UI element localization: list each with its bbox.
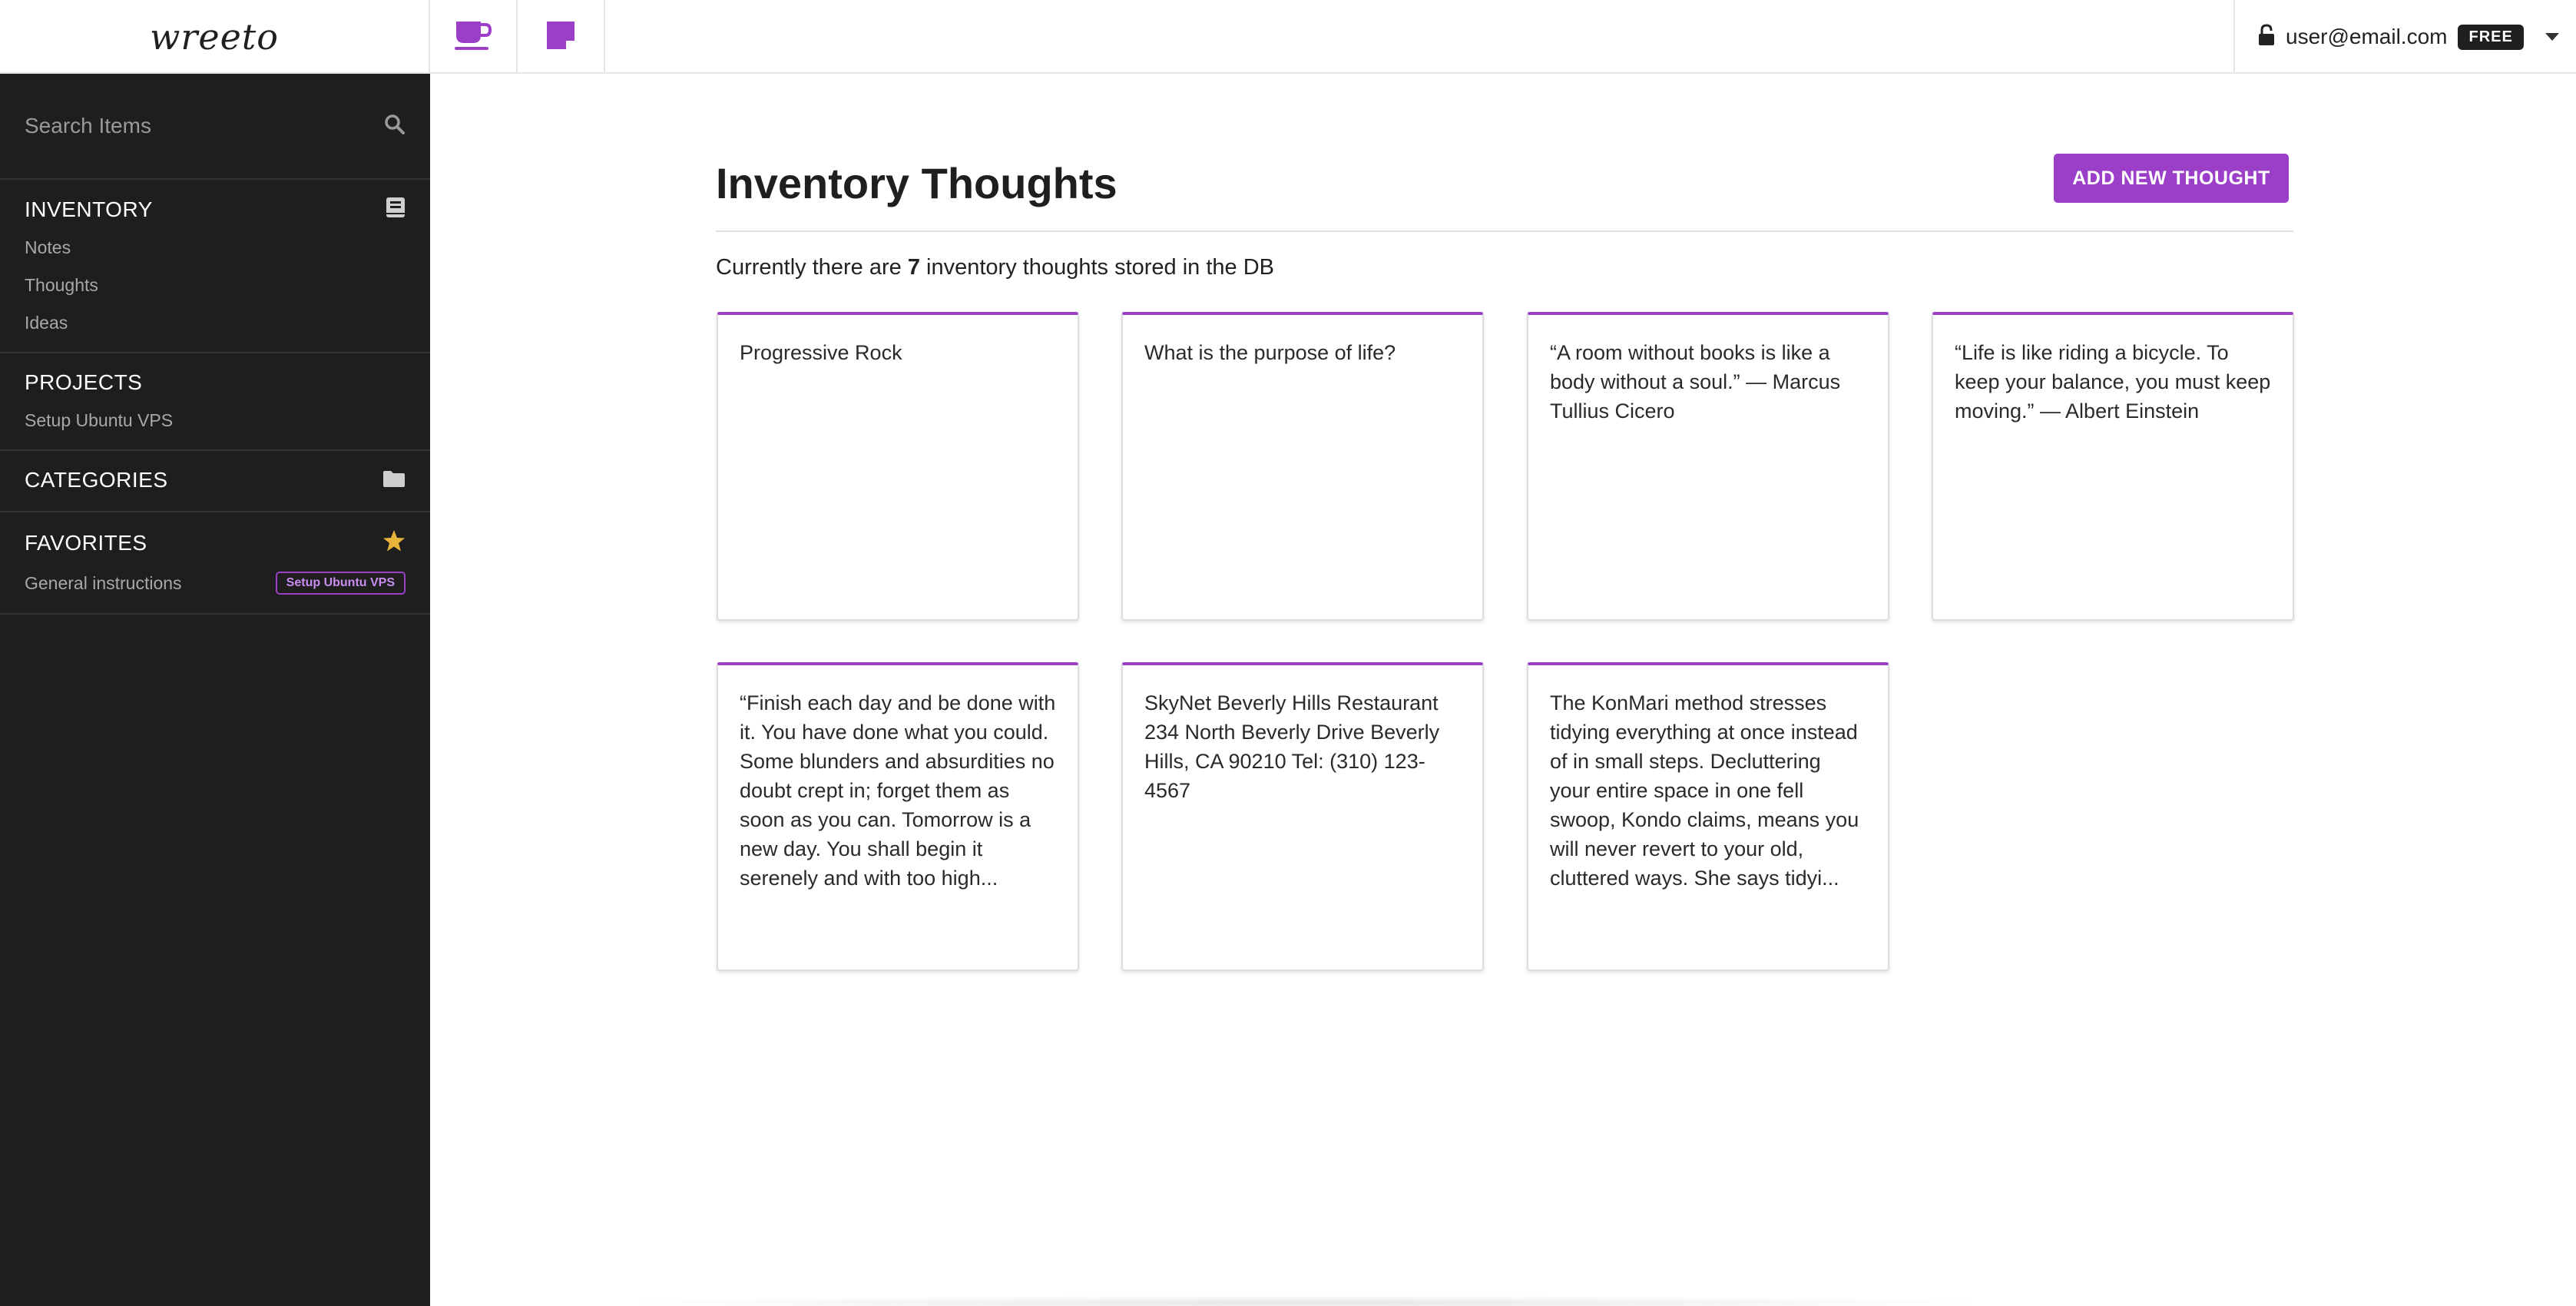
main-content: Inventory Thoughts ADD NEW THOUGHT Curre… (430, 74, 2576, 1306)
user-email: user@email.com (2286, 25, 2448, 48)
app-logo[interactable]: wreeto (150, 16, 279, 58)
favorite-row: General instructions Setup Ubuntu VPS (25, 572, 406, 595)
sidebar-section-inventory: INVENTORY Notes Thoughts Ideas (0, 180, 430, 353)
thought-card[interactable]: Progressive Rock (717, 312, 1079, 621)
search-icon[interactable] (384, 114, 406, 139)
sidebar-item-thoughts[interactable]: Thoughts (25, 275, 406, 296)
section-title-inventory[interactable]: INVENTORY (25, 197, 153, 222)
sticky-note-icon (545, 20, 576, 55)
tab-notes[interactable] (518, 0, 605, 74)
thought-card[interactable]: The KonMari method stresses tidying ever… (1527, 662, 1889, 971)
thought-card[interactable]: “A room without books is like a body wit… (1527, 312, 1889, 621)
user-menu[interactable]: user@email.com FREE (2233, 0, 2576, 74)
sidebar-section-favorites: FAVORITES General instructions Setup Ubu… (0, 512, 430, 615)
thought-count-text: Currently there are 7 inventory thoughts… (716, 255, 1274, 280)
thought-card-text: The KonMari method stresses tidying ever… (1550, 691, 1859, 890)
thought-card-text: What is the purpose of life? (1144, 341, 1396, 364)
count-prefix: Currently there are (716, 255, 908, 280)
count-value: 7 (907, 255, 920, 280)
thought-card-text: Progressive Rock (740, 341, 902, 364)
coffee-cup-icon (453, 18, 493, 56)
star-icon (382, 529, 406, 556)
thought-card[interactable]: SkyNet Beverly Hills Restaurant 234 Nort… (1121, 662, 1484, 971)
thought-card[interactable]: “Finish each day and be done with it. Yo… (717, 662, 1079, 971)
section-title-favorites[interactable]: FAVORITES (25, 531, 147, 555)
chevron-down-icon[interactable] (2545, 33, 2559, 41)
sidebar-item-project[interactable]: Setup Ubuntu VPS (25, 410, 406, 431)
thought-card-text: “Finish each day and be done with it. Yo… (740, 691, 1056, 890)
plan-badge: FREE (2458, 24, 2524, 50)
search-input[interactable] (25, 114, 347, 138)
thought-card[interactable]: “Life is like riding a bicycle. To keep … (1932, 312, 2294, 621)
top-bar: wreeto user@email.com FREE (0, 0, 2576, 74)
logo-area[interactable]: wreeto (0, 0, 430, 74)
add-new-thought-button[interactable]: ADD NEW THOUGHT (2054, 154, 2289, 203)
section-title-categories[interactable]: CATEGORIES (25, 468, 168, 492)
divider (716, 230, 2293, 232)
sidebar-search (0, 74, 430, 180)
sidebar-item-favorite[interactable]: General instructions (25, 573, 182, 594)
sidebar-section-categories: CATEGORIES (0, 451, 430, 512)
folder-icon (382, 469, 406, 492)
thought-card-text: SkyNet Beverly Hills Restaurant 234 Nort… (1144, 691, 1440, 802)
bottom-shadow (607, 1295, 2005, 1306)
sidebar-item-notes[interactable]: Notes (25, 237, 406, 258)
book-icon (386, 197, 406, 222)
page-title: Inventory Thoughts (716, 159, 1117, 207)
count-suffix: inventory thoughts stored in the DB (919, 255, 1275, 280)
thought-card-text: “A room without books is like a body wit… (1550, 341, 1841, 423)
thought-card-text: “Life is like riding a bicycle. To keep … (1955, 341, 2271, 423)
thought-card[interactable]: What is the purpose of life? (1121, 312, 1484, 621)
sidebar-section-projects: PROJECTS Setup Ubuntu VPS (0, 353, 430, 451)
sidebar: INVENTORY Notes Thoughts Ideas PROJECTS … (0, 74, 430, 1306)
sidebar-item-ideas[interactable]: Ideas (25, 313, 406, 333)
lock-icon (2258, 23, 2275, 51)
tab-thoughts[interactable] (430, 0, 518, 74)
section-title-projects[interactable]: PROJECTS (25, 370, 142, 395)
favorite-project-tag[interactable]: Setup Ubuntu VPS (275, 572, 406, 595)
